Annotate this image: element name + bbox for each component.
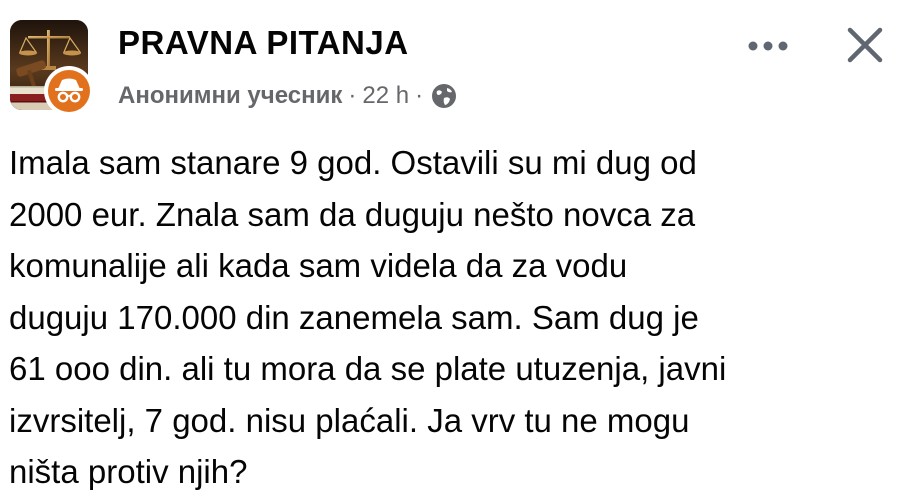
globe-icon	[432, 84, 457, 108]
group-name[interactable]: PRAVNA PITANJA	[118, 24, 409, 62]
post-text-line: izvrsitelj, 7 god. nisu plaćali. Ja vrv …	[9, 401, 690, 439]
more-options-icon	[748, 41, 788, 51]
post-header: PRAVNA PITANJA Анонимни учесник · 22 h ·	[0, 0, 900, 130]
post-text-line: ništa protiv njih?	[9, 453, 248, 490]
post-timestamp[interactable]: 22 h	[362, 82, 409, 110]
close-button[interactable]	[838, 18, 892, 72]
more-options-button[interactable]	[740, 26, 796, 66]
post-text-line: duguju 170.000 din zanemela sam. Sam dug…	[9, 298, 699, 336]
post-body: Imala sam stanare 9 god. Ostavili su mi …	[9, 137, 891, 498]
post-meta: Анонимни учесник · 22 h ·	[118, 80, 457, 112]
globe-icon[interactable]	[431, 83, 457, 109]
post-card: PRAVNA PITANJA Анонимни учесник · 22 h ·	[0, 0, 900, 498]
post-text-line: komunalije ali kada sam videla da za vod…	[9, 247, 628, 284]
anonymous-avatar[interactable]	[44, 66, 94, 116]
post-text-line: 2000 eur. Znala sam da duguju nešto novc…	[9, 195, 696, 233]
incognito-icon	[55, 78, 83, 103]
meta-separator: ·	[348, 82, 357, 109]
anonymous-badge	[48, 70, 90, 112]
post-text-line: 61 ooo din. ali tu mora da se plate utuz…	[9, 350, 727, 387]
meta-separator: ·	[415, 82, 424, 109]
author-name[interactable]: Анонимни учесник	[118, 82, 342, 110]
post-text-line: Imala sam stanare 9 god. Ostavili su mi …	[9, 144, 697, 181]
close-icon	[847, 27, 883, 63]
